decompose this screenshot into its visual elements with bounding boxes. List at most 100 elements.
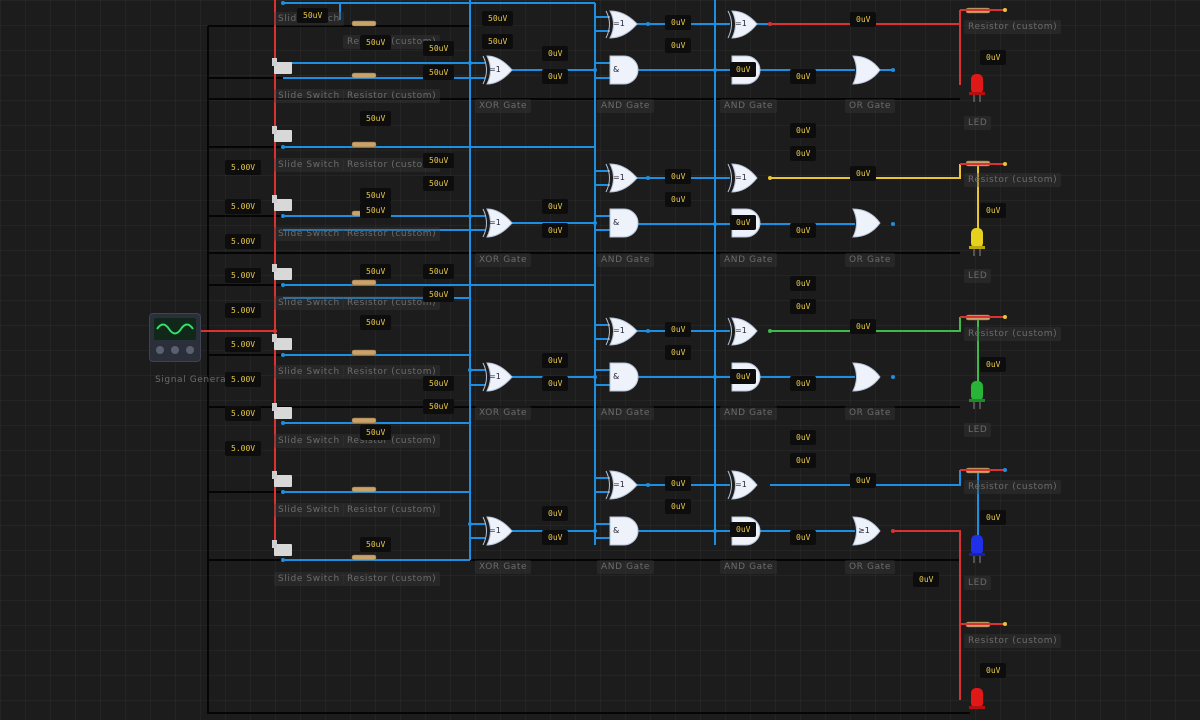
- voltage-readout: 0uV: [542, 353, 569, 368]
- voltage-readout: 0uV: [980, 50, 1007, 65]
- voltage-readout: 5.00V: [225, 372, 262, 387]
- slide-switch-7[interactable]: [272, 471, 292, 489]
- slide-switch-5[interactable]: [272, 334, 292, 352]
- slide-switch-2[interactable]: [272, 126, 292, 144]
- and-gate-label: AND Gate: [720, 99, 778, 113]
- voltage-readout: 50uV: [423, 376, 455, 391]
- slide-switch-4[interactable]: [272, 264, 292, 282]
- resistor-label: Resistor (custom): [964, 480, 1062, 494]
- voltage-readout: 0uV: [790, 123, 817, 138]
- voltage-readout: 50uV: [423, 176, 455, 191]
- gate-shapes: [482, 10, 881, 546]
- resistor-label: Resistor (custom): [343, 227, 441, 241]
- resistor-label: Resistor (custom): [343, 503, 441, 517]
- or-gate-label: OR Gate: [845, 406, 895, 420]
- and-gate-label: AND Gate: [597, 406, 655, 420]
- voltage-readout: 50uV: [423, 41, 455, 56]
- voltage-readout: 0uV: [980, 203, 1007, 218]
- voltage-readout: 0uV: [790, 453, 817, 468]
- resistor-label: Resistor (custom): [964, 173, 1062, 187]
- led-red-2: [969, 688, 985, 709]
- xor-symbol: =1: [489, 526, 501, 535]
- voltage-readout: 0uV: [850, 319, 877, 334]
- voltage-readout: 50uV: [360, 203, 392, 218]
- led-blue: [969, 535, 985, 563]
- xor-gate-label: XOR Gate: [475, 253, 532, 267]
- slide-switch-label: Slide Switch: [274, 572, 344, 586]
- voltage-readout: 0uV: [730, 369, 757, 384]
- and-symbol: &: [613, 218, 620, 227]
- resistor-label: Resistor (custom): [343, 434, 441, 448]
- voltage-readout: 50uV: [360, 188, 392, 203]
- resistor-label: Resistor (custom): [964, 634, 1062, 648]
- voltage-readout: 0uV: [790, 69, 817, 84]
- led-green: [969, 381, 985, 409]
- voltage-readout: 0uV: [542, 69, 569, 84]
- voltage-readout: 0uV: [790, 376, 817, 391]
- voltage-readout: 0uV: [542, 46, 569, 61]
- voltage-readout: 50uV: [482, 34, 514, 49]
- xor-symbol: =1: [489, 218, 501, 227]
- voltage-readout: 5.00V: [225, 160, 262, 175]
- knob-2[interactable]: [171, 346, 179, 354]
- voltage-readout: 0uV: [850, 12, 877, 27]
- voltage-readout: 5.00V: [225, 268, 262, 283]
- knob-1[interactable]: [156, 346, 164, 354]
- voltage-readout: 0uV: [730, 215, 757, 230]
- voltage-readout: 50uV: [423, 399, 455, 414]
- voltage-readout: 50uV: [360, 315, 392, 330]
- voltage-readout: 0uV: [730, 62, 757, 77]
- slide-switch-label: Slide Switch: [274, 365, 344, 379]
- or-gate-2: [852, 208, 881, 238]
- voltage-readout: 0uV: [980, 663, 1007, 678]
- slide-switch-label: Slide Switch: [274, 296, 344, 310]
- voltage-readout: 0uV: [790, 276, 817, 291]
- voltage-readout: 0uV: [850, 473, 877, 488]
- knob-3[interactable]: [186, 346, 194, 354]
- and-gate-label: AND Gate: [720, 560, 778, 574]
- signal-generator-screen: [154, 318, 196, 340]
- xor-symbol: =1: [489, 65, 501, 74]
- voltage-readout: 50uV: [360, 264, 392, 279]
- voltage-readout: 0uV: [850, 166, 877, 181]
- slide-switch-label: Slide Switch: [274, 227, 344, 241]
- slide-switch-3[interactable]: [272, 195, 292, 213]
- led-label: LED: [964, 423, 992, 437]
- signal-generator[interactable]: [149, 313, 201, 362]
- slide-switch-6[interactable]: [272, 403, 292, 421]
- or-gate-1: [852, 55, 881, 85]
- voltage-readout: 0uV: [665, 499, 692, 514]
- or-gate-label: OR Gate: [845, 99, 895, 113]
- voltage-readout: 0uV: [665, 38, 692, 53]
- voltage-readout: 5.00V: [225, 406, 262, 421]
- slide-switch-label: Slide Switch: [274, 434, 344, 448]
- voltage-readout: 5.00V: [225, 303, 262, 318]
- slide-switch-8[interactable]: [272, 540, 292, 558]
- led-red-1: [969, 74, 985, 102]
- voltage-readout: 0uV: [665, 345, 692, 360]
- voltage-readout: 50uV: [297, 8, 329, 23]
- xor-symbol: =1: [489, 372, 501, 381]
- voltage-readout: 50uV: [423, 264, 455, 279]
- voltage-readout: 0uV: [542, 506, 569, 521]
- circuit-canvas[interactable]: Signal Generato Slide Switch Slide Switc…: [0, 0, 1200, 720]
- and-symbol: &: [613, 372, 620, 381]
- xor-symbol: =1: [735, 480, 747, 489]
- or-gate-label: OR Gate: [845, 253, 895, 267]
- and-gate-label: AND Gate: [597, 99, 655, 113]
- voltage-readout: 0uV: [665, 169, 692, 184]
- xor-symbol: =1: [613, 19, 625, 28]
- voltage-readout: 0uV: [790, 430, 817, 445]
- slide-switch-1[interactable]: [272, 58, 292, 76]
- voltage-readout: 50uV: [482, 11, 514, 26]
- resistor-label: Resistor (custom): [343, 89, 441, 103]
- and-symbol: &: [613, 65, 620, 74]
- voltage-readout: 0uV: [665, 192, 692, 207]
- or-gate-label: OR Gate: [845, 560, 895, 574]
- voltage-readout: 0uV: [730, 522, 757, 537]
- voltage-readout: 0uV: [542, 199, 569, 214]
- voltage-readout: 0uV: [790, 299, 817, 314]
- and-gate-label: AND Gate: [720, 406, 778, 420]
- slide-switch-label: Slide Switch: [274, 503, 344, 517]
- voltage-readout: 50uV: [423, 153, 455, 168]
